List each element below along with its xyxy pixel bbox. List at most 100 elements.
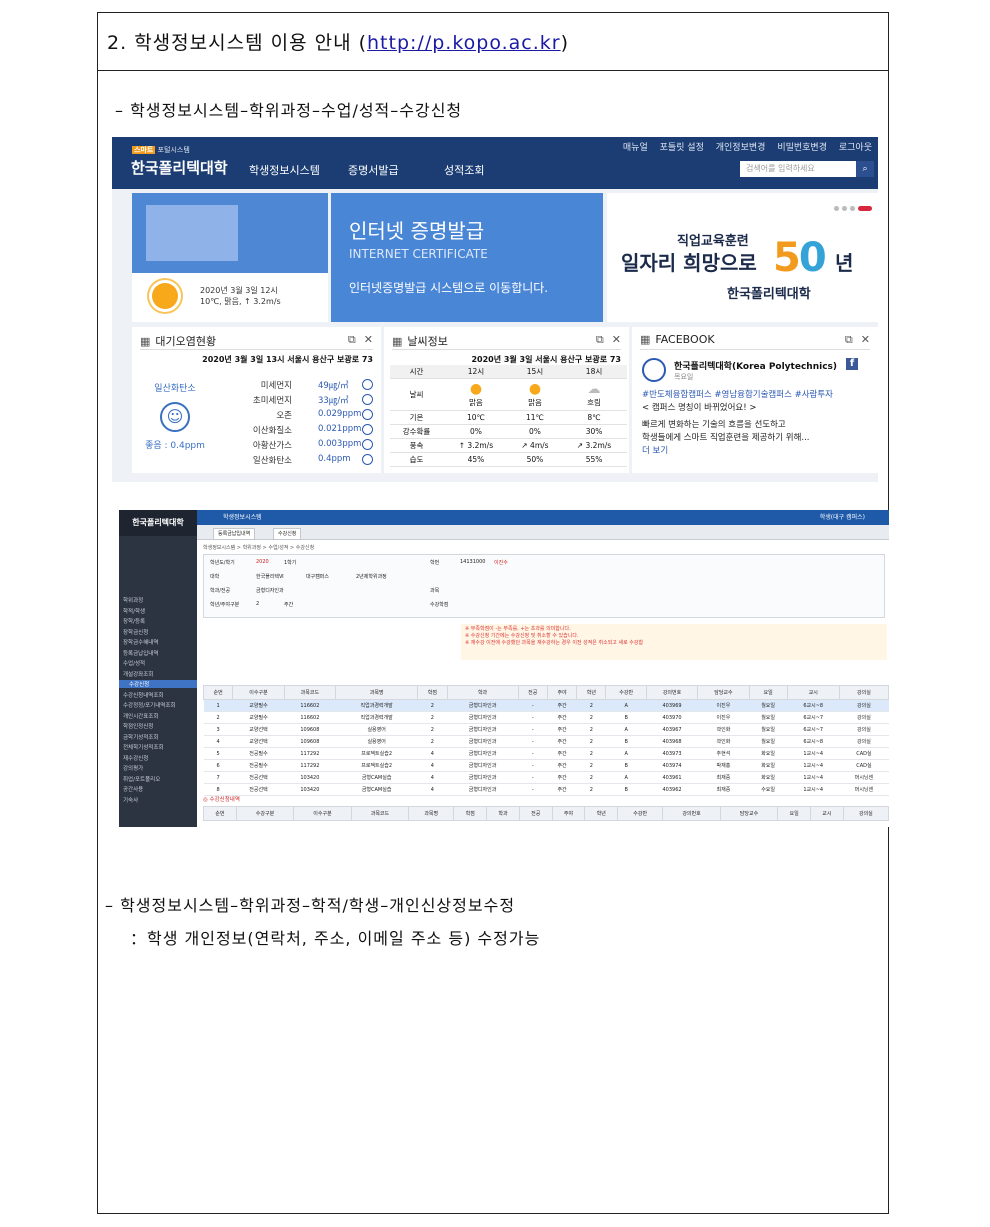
grid-header-cell[interactable]: 요일: [748, 685, 788, 700]
sidebar-menu-item[interactable]: 취업/포트폴리오: [123, 775, 160, 783]
grid-header-cell[interactable]: 수강반: [617, 806, 664, 821]
grid-header-cell[interactable]: 학년: [584, 806, 619, 821]
table-row[interactable]: 4 교양선택 109608 실용영어 2 금형디자인과 - 주간 2 B 403968 곽인화 월요일 6…: [203, 735, 889, 748]
table-row[interactable]: 6 전공필수 117292 프로젝트실습2 4 금형디자인과 - 주간 2 B 403974 박재홍 화…: [203, 759, 889, 772]
anniversary-banner[interactable]: 직업교육훈련 일자리 희망으로 50 년 한국폴리텍대학: [607, 193, 878, 322]
grade-select[interactable]: 2: [256, 601, 259, 607]
sidebar-menu-item[interactable]: 개인시간표조회: [123, 712, 158, 720]
carousel-dots[interactable]: [831, 203, 872, 214]
sidebar-menu-item[interactable]: 학적/학생: [123, 607, 145, 615]
sidebar-menu-item[interactable]: 수업/성적: [123, 659, 145, 667]
grid-header-cell[interactable]: 과목코드: [350, 806, 410, 821]
util-manual[interactable]: 매뉴얼: [623, 143, 648, 153]
campus-select[interactable]: 대구캠퍼스: [306, 573, 329, 580]
facebook-icon[interactable]: f: [846, 358, 858, 370]
course-grid: 순번 이수구분 과목코드 과목명 학점 학과 전공 주야 학년 수강반 강의번호 담당교수 요일 교시 강의…: [202, 685, 889, 796]
table-row[interactable]: 1 교양필수 116602 직업과경력개발 2 금형디자인과 - 주간 2 A 403969 이진우 월…: [203, 699, 889, 712]
grid-header-cell[interactable]: 이수구분: [232, 685, 285, 700]
table-row[interactable]: 3 교양선택 109608 실용영어 2 금형디자인과 - 주간 2 A 403967 곽인화 월요일 6…: [203, 723, 889, 736]
table-cell: 403962: [646, 783, 698, 796]
table-cell: -: [518, 759, 548, 772]
tab-registration[interactable]: 수강신청: [273, 528, 302, 540]
dept-select[interactable]: 금형디자인과: [256, 587, 284, 594]
popout-icon[interactable]: ⧉: [845, 333, 853, 346]
table-row[interactable]: 8 전공선택 103420 금형CAM실습 4 금형디자인과 - 주간 2 B 403962 최재중 수…: [203, 783, 889, 796]
term-select[interactable]: 1학기: [284, 559, 296, 566]
sidebar-menu-item[interactable]: 장학금신청: [123, 628, 148, 636]
grid-header-cell[interactable]: 강의번호: [662, 806, 721, 821]
sidebar-menu-item[interactable]: 개설강좌조회: [123, 670, 153, 678]
table-cell: 2: [417, 723, 447, 736]
sidebar-menu-item[interactable]: 장학금수혜내역: [123, 638, 158, 646]
grid-header-cell[interactable]: 과목명: [408, 806, 455, 821]
grid-header-cell[interactable]: 학점: [453, 806, 488, 821]
grid-header-cell[interactable]: 전공: [517, 685, 548, 700]
table-cell: 6교시~8: [787, 735, 840, 748]
table-cell: 403969: [646, 699, 698, 712]
table-row[interactable]: 2 교양필수 116602 직업과경력개발 2 금형디자인과 - 주간 2 B 403970 이진우 월…: [203, 711, 889, 724]
util-portlet[interactable]: 포틀릿 설정: [660, 143, 704, 153]
grid-header-cell[interactable]: 요일: [777, 806, 811, 821]
grid-header-cell[interactable]: 학과: [446, 685, 519, 700]
grid-header-cell[interactable]: 담당교수: [719, 806, 779, 821]
grid-header-cell[interactable]: 수강구분: [235, 806, 295, 821]
course-select[interactable]: 2년제학위과정: [356, 573, 387, 580]
close-icon[interactable]: ✕: [861, 333, 870, 346]
portal-search-input[interactable]: 검색어를 입력하세요: [740, 161, 856, 177]
grid-header-cell[interactable]: 교시: [809, 806, 844, 821]
sidebar-menu-item[interactable]: 수강신청: [119, 680, 197, 688]
table-row[interactable]: 7 전공선택 103420 금형CAM실습 4 금형디자인과 - 주간 2 A 403961 최재중 화…: [203, 771, 889, 784]
nav-certificate[interactable]: 증명서발급: [348, 162, 399, 178]
sidebar-menu-item[interactable]: 전체학기성적조회: [123, 743, 163, 751]
grid-header-cell[interactable]: 주야: [546, 685, 578, 700]
sidebar-menu-item[interactable]: 장학/등록: [123, 617, 145, 625]
grid-header-cell[interactable]: 학점: [417, 685, 448, 700]
grid-header-cell[interactable]: 담당교수: [697, 685, 750, 700]
close-icon[interactable]: ✕: [364, 333, 373, 346]
grid-header-cell[interactable]: 학과: [486, 806, 520, 821]
year-select[interactable]: 2020: [256, 559, 269, 565]
sidebar-menu-item[interactable]: 공간사용: [123, 785, 143, 793]
grid-header-cell[interactable]: 강의번호: [645, 685, 699, 700]
sidebar-menu-item[interactable]: 재수강신청: [123, 754, 148, 762]
search-icon[interactable]: ⌕: [856, 161, 874, 177]
table-row[interactable]: 5 전공필수 117292 프로젝트실습2 4 금형디자인과 - 주간 2 A 403973 추현석 화…: [203, 747, 889, 760]
grid-header-cell[interactable]: 전공: [518, 806, 553, 821]
sis-sidebar: 한국폴리텍대학 학위과정학적/학생장학/등록장학금신청장학금수혜내역등록금납입내…: [119, 510, 197, 827]
grid-header-cell[interactable]: 과목코드: [283, 685, 337, 700]
sidebar-menu-item[interactable]: 강의평가: [123, 764, 143, 772]
util-password[interactable]: 비밀번호변경: [777, 143, 827, 153]
grid-header-cell[interactable]: 과목명: [335, 685, 419, 700]
tab-payment[interactable]: 등록금납입내역: [213, 528, 256, 540]
grid-header-cell[interactable]: 순번: [203, 806, 237, 821]
grid-header-cell[interactable]: 순번: [202, 685, 234, 700]
user-select[interactable]: 학생(대구 캠퍼스): [820, 510, 865, 525]
sidebar-menu-item[interactable]: 수강정정/포기내역조회: [123, 701, 175, 709]
sidebar-menu-item[interactable]: 학위과정: [123, 596, 143, 604]
util-profile[interactable]: 개인정보변경: [716, 143, 766, 153]
close-icon[interactable]: ✕: [612, 333, 621, 346]
grid-header-cell[interactable]: 수강반: [605, 685, 647, 700]
grid-header-cell[interactable]: 강의실: [842, 806, 889, 821]
portal-url-link[interactable]: http://p.kopo.ac.kr: [367, 32, 561, 54]
sidebar-menu-item[interactable]: 등록금납입내역: [123, 649, 158, 657]
popout-icon[interactable]: ⧉: [596, 333, 604, 346]
popout-icon[interactable]: ⧉: [348, 333, 356, 346]
see-more-link[interactable]: 더 보기: [642, 445, 867, 458]
grid-header-cell[interactable]: 주야: [551, 806, 586, 821]
certificate-banner[interactable]: 인터넷 증명발급 INTERNET CERTIFICATE 인터넷증명발급 시스…: [331, 193, 603, 322]
sidebar-menu-item[interactable]: 학점인정신청: [123, 722, 153, 730]
sidebar-menu-item[interactable]: 수강신청내역조회: [123, 691, 163, 699]
grid-header-cell[interactable]: 이수구분: [293, 806, 352, 821]
grid-header-cell[interactable]: 학년: [576, 685, 607, 700]
sis-logo: 한국폴리텍대학: [119, 510, 197, 536]
grid-header-cell[interactable]: 강의실: [838, 685, 889, 700]
nav-student-info[interactable]: 학생정보시스템: [249, 162, 320, 178]
sidebar-menu-item[interactable]: 금학기성적조회: [123, 733, 158, 741]
sidebar-menu-item[interactable]: 기숙사: [123, 796, 138, 804]
grid-header-cell[interactable]: 교시: [786, 685, 840, 700]
nav-grades[interactable]: 성적조회: [444, 162, 484, 178]
daynight-select[interactable]: 주간: [284, 601, 293, 608]
college-select[interactable]: 한국폴리텍Ⅵ: [256, 573, 284, 580]
util-logout[interactable]: 로그아웃: [839, 143, 872, 153]
